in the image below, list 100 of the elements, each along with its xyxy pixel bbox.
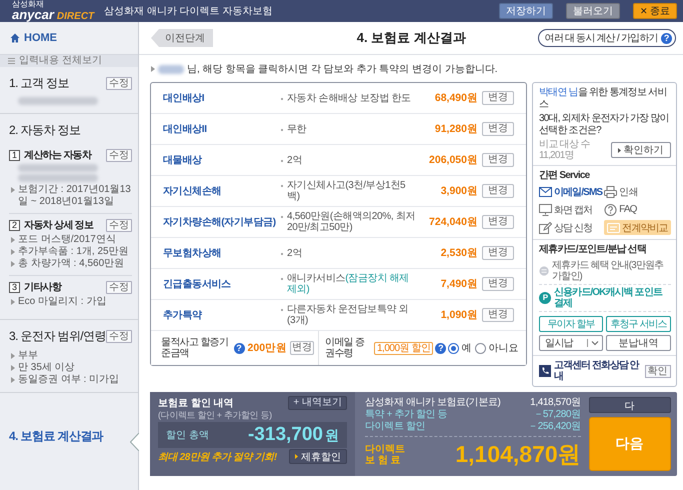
point-icon: P: [539, 292, 551, 304]
logo-wordmark: anycar DIRECT: [12, 8, 94, 22]
coverage-name[interactable]: 자기신체손해: [163, 184, 281, 198]
details-button[interactable]: + 내역보기: [288, 396, 347, 410]
bullet-icon: [295, 454, 298, 459]
subsection-title: 기타사항: [24, 281, 63, 294]
info-line: 추가부속품 : 1개, 25만원: [9, 246, 132, 258]
discount-tag: 1,000원 할인: [374, 342, 434, 354]
coverage-name[interactable]: 대인배상II: [163, 122, 281, 136]
coverage-price: 1,090원: [440, 308, 479, 322]
help-icon[interactable]: ?: [435, 342, 446, 354]
coverage-name[interactable]: 대물배상: [163, 153, 281, 167]
back-button[interactable]: 이전단계: [151, 29, 213, 47]
load-button[interactable]: 불러오기: [566, 3, 620, 19]
step-number: 1: [9, 150, 20, 160]
printer-icon: [604, 186, 618, 198]
stats-question: 30대, 외제차 운전자가 가장 많이 선택한 조건은?: [539, 113, 670, 137]
edit-button[interactable]: 수정: [106, 218, 132, 232]
change-button[interactable]: 변경: [482, 153, 514, 167]
coverage-name[interactable]: 긴급출동서비스: [163, 277, 281, 291]
page-title: 4. 보험료 계산결과: [356, 29, 467, 47]
change-button[interactable]: 변경: [482, 246, 514, 260]
quick-service-item[interactable]: FAQ: [604, 202, 636, 217]
compare-count: 11,201명: [539, 150, 575, 161]
premium-label: 다이렉트 할인: [365, 421, 425, 433]
coverage-detail: 2억: [281, 248, 416, 258]
edit-button[interactable]: 수정: [106, 330, 132, 343]
section-title[interactable]: 3. 운전자 범위/연령: [9, 328, 106, 345]
section-title[interactable]: 1. 고객 정보: [9, 75, 69, 92]
coverage-price: 7,490원: [440, 277, 479, 291]
edit-button[interactable]: 수정: [106, 280, 132, 294]
notice-text: 님, 해당 항목을 클릭하시면 각 담보와 추가 특약의 변경이 가능합니다.: [187, 63, 498, 76]
quick-service-item[interactable]: 상담 신청: [539, 220, 592, 235]
info-line: 총 차량가액 : 4,560만원: [9, 258, 132, 270]
change-button[interactable]: 변경: [482, 122, 514, 136]
secondary-button[interactable]: 다: [588, 397, 671, 413]
change-button[interactable]: 변경: [482, 277, 514, 291]
info-line: Eco 마일리지 : 가입: [9, 296, 132, 308]
premium-value: 1,418,570원: [530, 397, 581, 409]
edit-button[interactable]: 수정: [106, 148, 132, 162]
radio-button[interactable]: [475, 342, 486, 354]
installment-select[interactable]: 일시납: [539, 335, 604, 351]
service-button[interactable]: 후청구 서비스: [606, 316, 671, 332]
edit-button[interactable]: 수정: [106, 77, 132, 90]
premium-label: 특약 + 추가 할인 등: [365, 409, 448, 421]
premium-label: 삼성화재 애니카 보험료(기본료): [365, 397, 500, 409]
coverage-price: 724,040원: [428, 215, 479, 229]
final-premium-label: 다이렉트: [365, 444, 405, 454]
service-button[interactable]: 무이자 할부: [539, 316, 604, 332]
multi-calc-button[interactable]: 여러 대 동시 계산 / 가입하기 ?: [538, 29, 676, 47]
close-button[interactable]: ✕ 종료: [633, 3, 677, 19]
quick-service-item[interactable]: 화면 캡처: [539, 202, 592, 217]
installment-button[interactable]: 분납내역: [606, 335, 671, 351]
section-title[interactable]: 2. 자동차 정보: [9, 122, 80, 139]
quick-service-item[interactable]: 인쇄: [604, 184, 638, 199]
active-pointer: [130, 432, 139, 450]
change-button[interactable]: 변경: [482, 215, 514, 229]
coverage-detail: 자기신체사고(3천/부상1천5백): [281, 180, 416, 202]
coverage-name[interactable]: 추가특약: [163, 308, 281, 322]
discount-title: 보험료 할인 내역: [158, 397, 234, 410]
contact-label: 고객센터 전화상담 안내: [554, 360, 640, 382]
radio-button[interactable]: [448, 342, 460, 354]
coverage-name[interactable]: 자기차량손해(자기부담금): [163, 215, 281, 229]
quick-service-item[interactable]: 이메일/SMS: [539, 184, 602, 199]
overview-link[interactable]: 입력내용 전체보기: [0, 55, 138, 67]
change-button[interactable]: 변경: [482, 308, 514, 322]
payment-link[interactable]: 제휴카드 혜택 안내(3만원추가할인): [539, 258, 671, 285]
coverage-name[interactable]: 무보험차상해: [163, 246, 281, 260]
home-icon: [10, 33, 20, 43]
document-icon: [607, 222, 620, 234]
change-button[interactable]: 변경: [482, 184, 514, 198]
option-label: 이메일 증권수령: [325, 337, 366, 359]
change-button[interactable]: 변경: [290, 341, 314, 355]
coverage-name[interactable]: 대인배상I: [163, 91, 281, 105]
option-label: 물적사고 할증기준금액: [161, 337, 230, 359]
option-value: 200만원: [248, 341, 288, 355]
change-button[interactable]: 변경: [482, 91, 514, 105]
card-icon: [539, 265, 550, 277]
confirm-button[interactable]: 확인하기: [610, 142, 671, 158]
discount-total-label: 할인 총액: [166, 429, 209, 442]
app-title: 삼성화재 애니카 다이렉트 자동차보험: [104, 5, 272, 18]
quick-service-item[interactable]: 전계약비교: [604, 220, 671, 235]
partner-discount-button[interactable]: 제휴할인: [289, 449, 347, 464]
radio-label[interactable]: 아니요: [488, 341, 518, 355]
coverage-price: 206,050원: [428, 153, 479, 167]
phone-icon: [539, 365, 551, 377]
coverage-detail: 애니카서비스(잠금장치 해제 제외): [281, 273, 416, 295]
section-heading: 제휴카드/포인트/분납 선택: [539, 244, 648, 256]
confirm-button[interactable]: 확인: [644, 364, 671, 378]
discount-subtitle: (다이렉트 할인 + 추가할인 등): [158, 412, 273, 420]
section-title[interactable]: 4. 보험료 계산결과: [9, 428, 104, 444]
help-icon[interactable]: ?: [234, 342, 245, 354]
section-heading: 간편 Service: [539, 170, 591, 182]
radio-label[interactable]: 예: [461, 341, 472, 355]
compare-count-label: 비교 대상 수: [539, 139, 590, 150]
coverage-detail: 무한: [281, 124, 416, 134]
pencil-icon: [539, 222, 552, 234]
info-line: 보험기간 : 2017년01월13일 ~ 2018년01월13일: [9, 184, 132, 208]
save-button[interactable]: 저장하기: [499, 3, 553, 19]
info-line: 부부: [9, 350, 132, 362]
